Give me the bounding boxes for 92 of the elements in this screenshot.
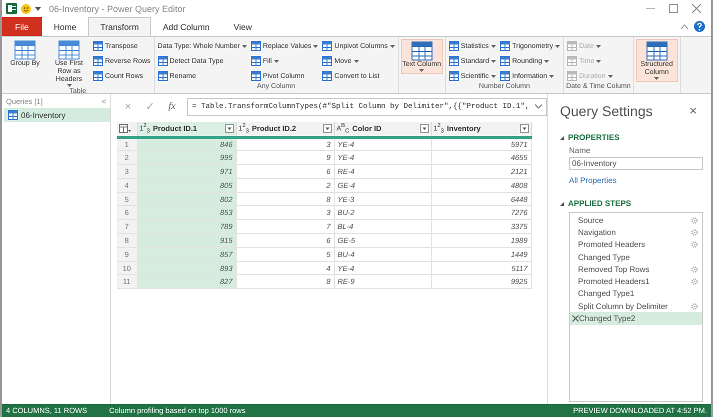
close-button[interactable]: × [683,102,703,119]
ribbon-tab[interactable]: View [222,17,264,36]
step-label: Changed Type2 [579,314,636,324]
caret-icon[interactable] [35,6,41,10]
caret-icon [608,74,613,78]
step-label: Split Column by Delimiter [578,302,669,311]
step-item[interactable]: Split Column by Delimiter [570,300,702,312]
grid-icon [250,71,261,81]
caret-icon [242,44,247,48]
spreadsheet-icon [6,3,17,14]
grid-icon [250,56,261,66]
field-label: Name [569,146,592,155]
grid-icon [567,41,578,51]
step-label: Promoted Headers1 [578,277,651,286]
grid-icon [567,56,578,66]
caret-icon [596,60,602,62]
all-properties-link[interactable]: All Properties [569,176,703,185]
close-icon[interactable] [692,4,701,13]
grid-icon [567,71,578,81]
grid-icon [250,41,261,51]
grid-icon [448,41,459,51]
table-icon [646,41,668,61]
caret-icon [491,60,496,62]
collapse-triangle-icon[interactable] [560,202,564,206]
caret-icon [596,44,601,48]
gear-icon[interactable] [691,302,698,310]
section-title: APPLIED STEPS [568,199,632,208]
grid-icon [448,56,459,66]
step-item[interactable]: Changed Type1 [570,288,702,300]
step-item[interactable]: Promoted Headers [570,238,702,251]
grid-icon [500,56,510,66]
file-tab[interactable]: File [2,17,42,36]
step-label: Promoted Headers [578,240,646,250]
smiley-icon [21,4,31,14]
grid-icon [93,71,103,81]
query-item[interactable]: 06-Inventory [4,108,110,122]
grid-icon [322,71,332,81]
grid-icon [158,71,168,81]
help-icon[interactable] [694,21,705,32]
step-item[interactable]: Removed Top Rows [570,263,702,276]
step-item[interactable]: Promoted Headers1 [570,275,702,288]
grid-icon [500,41,510,51]
table-icon [410,41,433,61]
grid-icon [322,56,332,66]
caret-icon [654,77,660,80]
table-icon [14,40,36,60]
maximize-icon[interactable] [669,4,678,13]
window-title: 06-Inventory - Power Query Editor [49,4,186,14]
grid-icon [8,110,18,120]
caret-icon [419,69,424,72]
fx-label: fx [167,101,177,112]
grid-icon [93,41,103,51]
grid-icon [500,71,510,81]
caret-icon [555,44,560,48]
collapse-ribbon-icon[interactable] [681,24,688,29]
caret-icon [274,60,279,62]
filter-dropdown-icon[interactable] [520,124,528,134]
grid-icon [158,56,168,66]
caret-icon [490,44,496,48]
section-title: PROPERTIES [568,133,620,142]
step-label: Removed Top Rows [578,264,650,274]
grid-icon [448,71,459,81]
chevron-icon[interactable] [535,104,542,109]
step-label: Navigation [578,228,617,237]
step-item[interactable]: Source [570,214,702,226]
collapse-triangle-icon[interactable] [560,136,564,140]
ribbon-tab[interactable]: Home [42,17,88,36]
table-menu-icon[interactable] [119,124,131,134]
table-icon [58,40,80,60]
step-label: Changed Type [578,252,631,262]
caret-icon [490,74,496,78]
step-item[interactable]: Changed Type2 [570,312,702,325]
delete-icon[interactable] [572,315,579,322]
step-item[interactable]: Navigation [570,226,702,239]
step-label: Source [578,216,604,225]
caret-icon [549,74,554,78]
filter-dropdown-icon[interactable] [322,124,332,134]
step-label: Changed Type1 [578,289,636,298]
caret-icon [544,60,550,62]
filter-dropdown-icon[interactable] [224,124,234,134]
name-field[interactable]: 06-Inventory [569,157,703,170]
filter-dropdown-icon[interactable] [420,124,428,134]
ribbon-tab[interactable]: Add Column [150,17,222,36]
ribbon-tab[interactable]: Transform [88,17,151,36]
grid-icon [322,41,332,51]
pane-title: Query Settings [560,102,653,118]
grid-icon [93,56,103,66]
caret-icon [66,84,72,87]
caret-icon [390,44,395,48]
caret-icon [354,60,359,62]
step-item[interactable]: Changed Type [570,250,702,264]
caret-icon [313,44,318,48]
